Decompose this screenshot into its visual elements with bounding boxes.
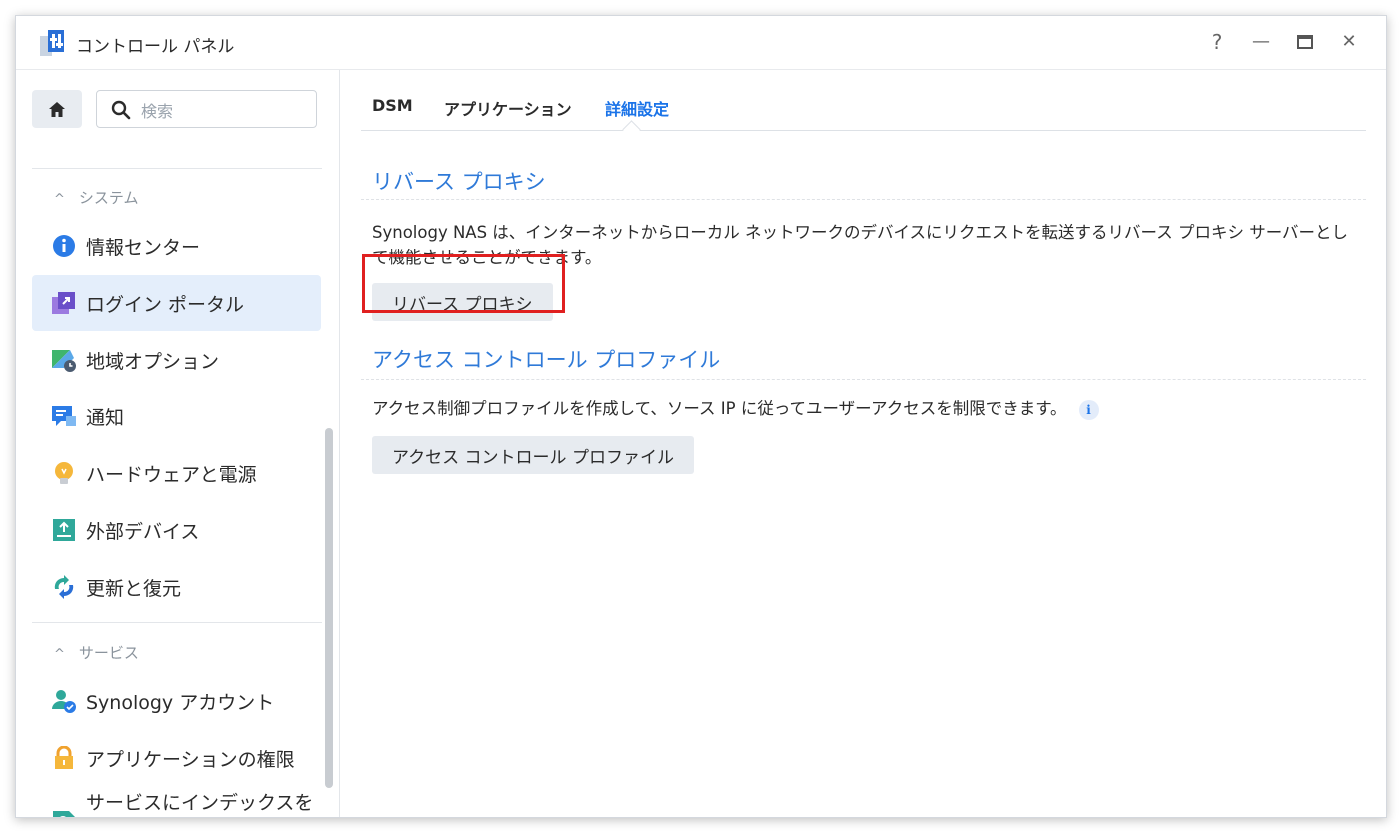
- sidebar-item-label: サービスにインデックスを付けています: [86, 792, 314, 814]
- tab-advanced-settings[interactable]: 詳細設定: [605, 96, 669, 120]
- sidebar-item-label: 外部デバイス: [86, 520, 200, 543]
- login-portal-icon: [52, 292, 75, 314]
- sidebar-item-hardware-power[interactable]: ハードウェアと電源: [32, 445, 321, 501]
- sidebar-item-label: 通知: [86, 406, 125, 429]
- control-panel-window: コントロール パネル ? — ✕ 検索 ^ システム 情報センター ログイン ポ…: [15, 15, 1387, 818]
- sidebar-item-label: Synology アカウント: [86, 691, 275, 714]
- sidebar-item-synology-account[interactable]: Synology アカウント: [32, 673, 321, 729]
- sidebar-item-external-devices[interactable]: 外部デバイス: [32, 502, 321, 558]
- tab-applications[interactable]: アプリケーション: [444, 96, 572, 120]
- external-devices-icon: [53, 519, 75, 541]
- main-content: DSM アプリケーション 詳細設定 リバース プロキシ Synology NAS…: [340, 70, 1386, 817]
- sidebar-item-regional-options[interactable]: 地域オプション: [32, 332, 321, 388]
- tab-underline: [361, 130, 1366, 131]
- sidebar-divider: [32, 622, 322, 623]
- sidebar-item-label: 情報センター: [86, 236, 201, 259]
- maximize-icon: [1297, 35, 1313, 49]
- sidebar-item-update-restore[interactable]: 更新と復元: [32, 559, 321, 615]
- chevron-up-icon: ^: [54, 647, 65, 662]
- sidebar-item-label: 地域オプション: [86, 350, 220, 373]
- sidebar-divider: [32, 168, 322, 169]
- highlight-box: [362, 254, 565, 313]
- synology-account-icon: [52, 690, 76, 713]
- sidebar-item-label: ハードウェアと電源: [86, 463, 257, 486]
- indexing-service-icon: [53, 811, 75, 817]
- home-button[interactable]: [32, 90, 82, 128]
- sidebar-item-label: アプリケーションの権限: [86, 748, 295, 771]
- tab-dsm[interactable]: DSM: [372, 96, 413, 115]
- sidebar-item-app-privileges[interactable]: アプリケーションの権限: [32, 730, 321, 786]
- regional-options-icon: [52, 350, 76, 372]
- minimize-button[interactable]: —: [1246, 27, 1276, 57]
- home-icon: [49, 101, 65, 117]
- maximize-button[interactable]: [1290, 27, 1320, 57]
- sidebar: 検索 ^ システム 情報センター ログイン ポータル 地域オプション 通知 ハー…: [16, 70, 340, 817]
- access-control-description: アクセス制御プロファイルを作成して、ソース IP に従ってユーザーアクセスを制限…: [372, 399, 1067, 418]
- close-button[interactable]: ✕: [1334, 27, 1364, 57]
- sidebar-item-label: 更新と復元: [86, 577, 182, 600]
- active-tab-caret: [622, 120, 641, 139]
- notification-icon: [52, 406, 76, 426]
- search-placeholder: 検索: [141, 102, 174, 121]
- title-bar: コントロール パネル ? — ✕: [16, 16, 1386, 70]
- sidebar-item-label: ログイン ポータル: [86, 293, 245, 316]
- update-restore-icon: [54, 575, 74, 599]
- sidebar-item-indexing-service[interactable]: サービスにインデックスを付けています: [32, 788, 321, 817]
- access-control-section-title: アクセス コントロール プロファイル: [372, 348, 721, 372]
- access-control-description-row: アクセス制御プロファイルを作成して、ソース IP に従ってユーザーアクセスを制限…: [372, 396, 1099, 421]
- section-divider: [361, 199, 1366, 200]
- window-title: コントロール パネル: [76, 37, 235, 57]
- control-panel-app-icon: [40, 30, 64, 56]
- reverse-proxy-section-title: リバース プロキシ: [372, 170, 546, 194]
- section-header-services[interactable]: ^ サービス: [54, 642, 139, 663]
- search-icon: [111, 100, 131, 120]
- search-input[interactable]: 検索: [96, 90, 317, 128]
- section-header-system[interactable]: ^ システム: [54, 187, 138, 208]
- sidebar-item-info-center[interactable]: 情報センター: [32, 218, 321, 274]
- info-center-icon: [53, 235, 75, 257]
- lock-icon: [55, 746, 73, 769]
- section-divider: [361, 379, 1366, 380]
- access-control-profile-button[interactable]: アクセス コントロール プロファイル: [372, 436, 694, 474]
- help-button[interactable]: ?: [1202, 27, 1232, 57]
- sidebar-item-notification[interactable]: 通知: [32, 388, 321, 444]
- chevron-up-icon: ^: [54, 192, 65, 207]
- info-icon[interactable]: i: [1078, 399, 1099, 420]
- light-bulb-icon: [55, 462, 73, 484]
- sidebar-item-login-portal[interactable]: ログイン ポータル: [32, 275, 321, 331]
- sidebar-scrollbar[interactable]: [325, 428, 333, 788]
